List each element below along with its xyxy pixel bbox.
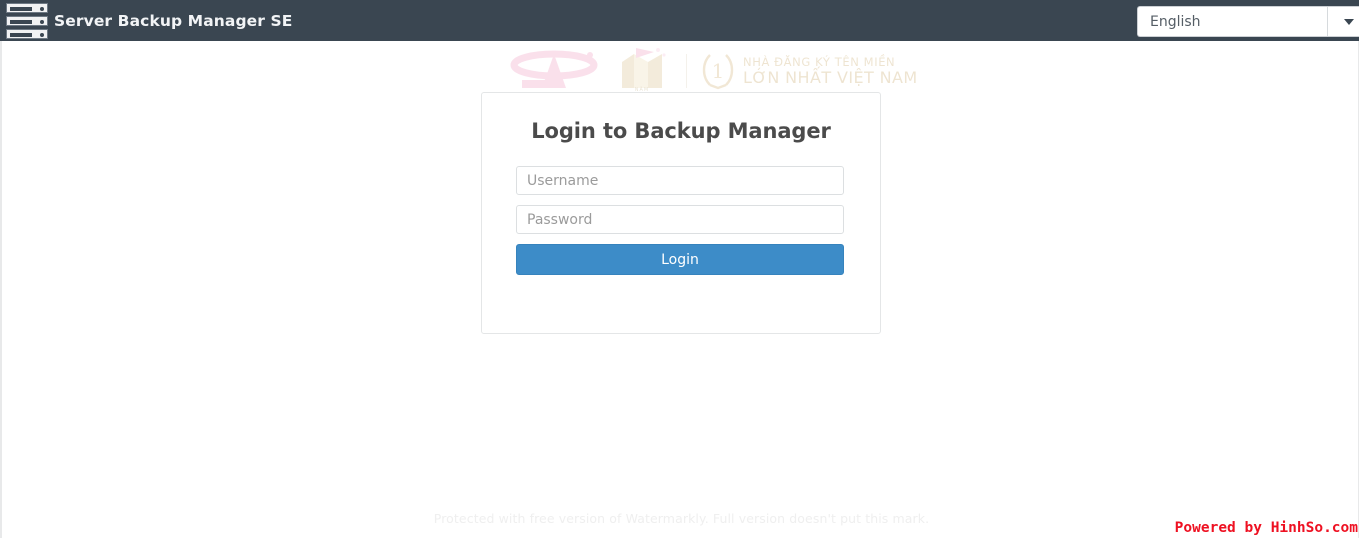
watermarkly-notice: Protected with free version of Watermark…	[433, 511, 930, 526]
pa-vietnam-swoosh-logo	[510, 48, 600, 94]
login-title: Login to Backup Manager	[531, 119, 831, 143]
language-selected-value: English	[1150, 13, 1201, 30]
rack-bar	[10, 19, 32, 24]
login-form: Login	[516, 166, 846, 275]
pa-vietnam-banner: NĂM 21 NĂM 1 1 NHÀ ĐĂNG KÝ TÊN MIỀN LỚN …	[510, 47, 917, 95]
language-selector[interactable]: English	[1137, 6, 1359, 37]
anniversary-21-badge: NĂM 21 NĂM	[614, 48, 676, 94]
laurel-wreath-icon: 1 1	[701, 51, 735, 91]
password-input[interactable]	[516, 205, 844, 234]
award-caption-line2: LỚN NHẤT VIỆT NAM	[743, 68, 918, 87]
rack-unit	[6, 15, 48, 26]
login-panel: Login to Backup Manager Login	[481, 92, 881, 334]
chevron-down-icon	[1343, 18, 1354, 25]
brand: Server Backup Manager SE	[6, 0, 292, 41]
login-button[interactable]: Login	[516, 244, 844, 275]
powered-by-label: Powered by HinhSo.com	[1174, 520, 1358, 536]
svg-text:1: 1	[712, 59, 725, 83]
banner-divider	[686, 54, 687, 88]
top-header-bar: Server Backup Manager SE English	[0, 0, 1359, 41]
rack-bar	[10, 6, 32, 11]
rack-bar	[10, 32, 32, 37]
rack-unit	[6, 2, 48, 13]
award-caption-line1: NHÀ ĐĂNG KÝ TÊN MIỀN	[743, 55, 896, 69]
rack-led	[40, 19, 44, 24]
rack-led	[40, 32, 44, 37]
username-input[interactable]	[516, 166, 844, 195]
app-title: Server Backup Manager SE	[54, 11, 293, 30]
rack-unit	[6, 28, 48, 39]
rack-led	[40, 6, 44, 11]
server-rack-icon	[6, 2, 48, 39]
page-body: NĂM 21 NĂM 1 1 NHÀ ĐĂNG KÝ TÊN MIỀN LỚN …	[0, 41, 1359, 538]
award-caption: NHÀ ĐĂNG KÝ TÊN MIỀN LỚN NHẤT VIỆT NAM	[743, 55, 918, 87]
language-dropdown-toggle[interactable]	[1327, 7, 1359, 36]
